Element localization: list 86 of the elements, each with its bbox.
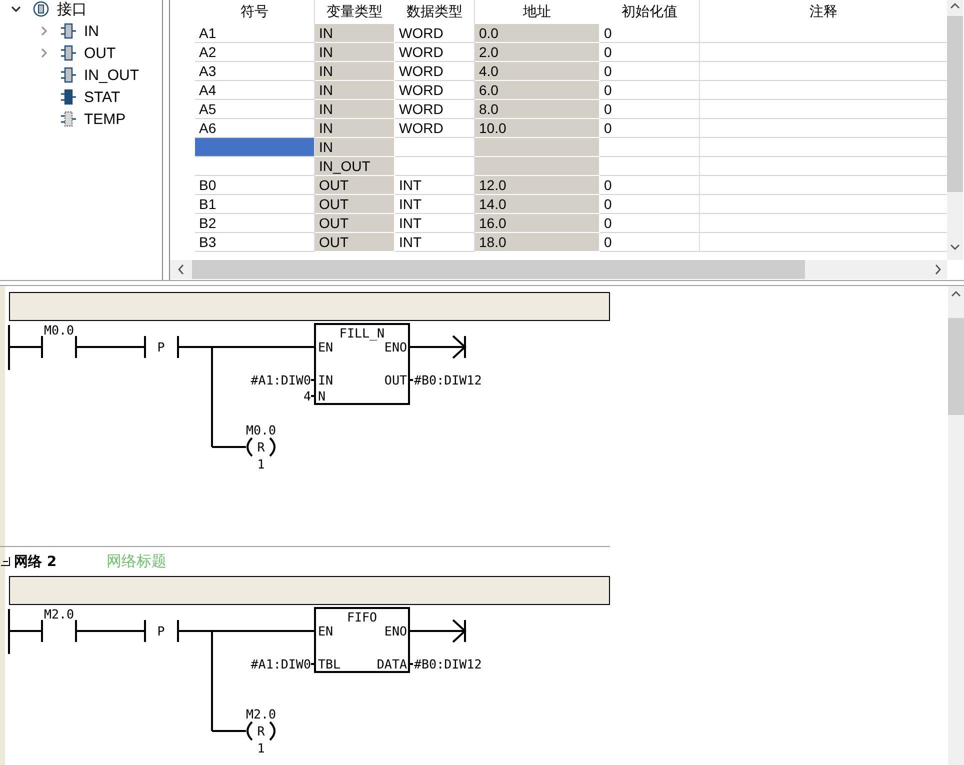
- column-header[interactable]: 初始化值: [600, 0, 700, 24]
- scrollbar-thumb[interactable]: [948, 318, 964, 415]
- temp-port-icon: [61, 111, 76, 127]
- port-icon: [61, 45, 76, 61]
- table-cell[interactable]: OUT: [315, 233, 395, 252]
- function-block-title: FIFO: [346, 610, 378, 624]
- pin-label: EN: [318, 624, 334, 638]
- table-cell[interactable]: 0: [600, 62, 700, 81]
- tree-item[interactable]: IN_OUT: [84, 66, 140, 84]
- tree-item[interactable]: TEMP: [84, 110, 126, 128]
- pin-label: ENO: [384, 624, 407, 638]
- pin-label: OUT: [384, 372, 407, 388]
- operand-label: #B0:DIW12: [414, 372, 482, 388]
- static-port-icon: [61, 89, 76, 105]
- table-cell[interactable]: 12.0: [475, 176, 600, 195]
- table-cell[interactable]: 18.0: [475, 233, 600, 252]
- vertical-scrollbar[interactable]: [948, 286, 964, 765]
- network-comment-field[interactable]: [9, 292, 610, 321]
- edge-detector-label: P: [157, 340, 165, 354]
- table-cell[interactable]: 6.0: [475, 81, 600, 100]
- table-cell[interactable]: IN: [315, 62, 395, 81]
- table-cell[interactable]: 0: [600, 233, 700, 252]
- table-cell[interactable]: 0: [600, 100, 700, 119]
- table-cell[interactable]: OUT: [315, 176, 395, 195]
- table-cell[interactable]: 0: [600, 214, 700, 233]
- table-cell[interactable]: [600, 157, 700, 176]
- pin-label: DATA: [376, 656, 407, 672]
- contact-address: M2.0: [44, 606, 74, 622]
- table-cell[interactable]: 0: [600, 195, 700, 214]
- table-cell[interactable]: 0: [600, 81, 700, 100]
- table-cell[interactable]: OUT: [315, 195, 395, 214]
- pin-label: IN: [318, 372, 334, 388]
- collapse-icon[interactable]: [1, 557, 10, 566]
- tree-item[interactable]: OUT: [84, 44, 116, 62]
- table-cell[interactable]: 8.0: [475, 100, 600, 119]
- pin-label: ENO: [384, 340, 407, 354]
- tree-item[interactable]: 接口: [57, 0, 87, 18]
- table-cell[interactable]: IN: [315, 81, 395, 100]
- table-cell[interactable]: IN: [315, 119, 395, 138]
- operand-label: #A1:DIW0: [250, 656, 311, 672]
- table-cell[interactable]: 14.0: [475, 195, 600, 214]
- table-cell[interactable]: IN: [315, 43, 395, 62]
- pin-label: N: [318, 388, 326, 404]
- tree-item[interactable]: IN: [84, 22, 99, 40]
- chevron-right-icon[interactable]: [39, 48, 49, 58]
- table-cell[interactable]: 10.0: [475, 119, 600, 138]
- table-cell[interactable]: [600, 138, 700, 157]
- coil-address: M0.0: [246, 422, 276, 438]
- function-block-title: FILL_N: [339, 326, 385, 340]
- table-cell[interactable]: IN_OUT: [315, 157, 395, 176]
- coil-type-label: R: [257, 724, 265, 738]
- chevron-right-icon[interactable]: [39, 26, 49, 36]
- operand-label: 4: [303, 388, 311, 404]
- table-cell[interactable]: 2.0: [475, 43, 600, 62]
- table-cell[interactable]: IN: [315, 138, 395, 157]
- table-cell[interactable]: 0: [600, 43, 700, 62]
- pin-label: EN: [318, 340, 334, 354]
- vertical-scrollbar[interactable]: [947, 0, 963, 260]
- operand-label: #B0:DIW12: [414, 656, 482, 672]
- operand-label: #A1:DIW0: [250, 372, 311, 388]
- coil-count: 1: [257, 456, 265, 472]
- function-block[interactable]: [314, 323, 410, 405]
- function-block[interactable]: [314, 607, 410, 673]
- table-cell[interactable]: 0.0: [475, 24, 600, 43]
- contact-address: M0.0: [44, 322, 74, 338]
- coil-type-label: R: [257, 440, 265, 454]
- chevron-down-icon[interactable]: [11, 4, 21, 14]
- table-cell[interactable]: 0: [600, 24, 700, 43]
- table-cell[interactable]: OUT: [315, 214, 395, 233]
- table-cell[interactable]: 16.0: [475, 214, 600, 233]
- network-comment-field[interactable]: [9, 576, 610, 605]
- edge-detector-label: P: [157, 624, 165, 638]
- coil-address: M2.0: [246, 706, 276, 722]
- selected-cell[interactable]: [195, 138, 315, 157]
- table-cell[interactable]: 0: [600, 119, 700, 138]
- pin-label: TBL: [318, 656, 341, 672]
- network-title: 网络 2: [14, 552, 57, 570]
- tree-item[interactable]: STAT: [84, 88, 120, 106]
- table-cell[interactable]: 0: [600, 176, 700, 195]
- coil-count: 1: [257, 740, 265, 756]
- port-icon: [61, 23, 76, 39]
- port-icon: [61, 67, 76, 83]
- table-cell[interactable]: IN: [315, 100, 395, 119]
- table-cell[interactable]: 4.0: [475, 62, 600, 81]
- horizontal-scrollbar[interactable]: [170, 260, 947, 279]
- table-cell[interactable]: IN: [315, 24, 395, 43]
